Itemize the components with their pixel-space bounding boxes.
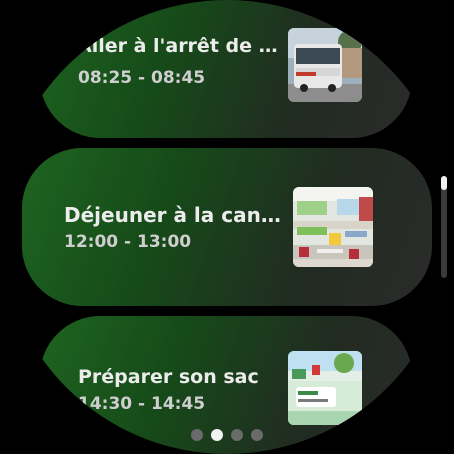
activity-card-canteen[interactable]: Déjeuner à la cant… 12:00 - 13:00 — [22, 148, 432, 306]
page-dot-3[interactable] — [231, 429, 243, 441]
watch-screen: Aller à l'arrêt de b… 08:25 - 08:45 Déje… — [0, 0, 454, 454]
school-bag-card-photo-icon — [288, 351, 362, 425]
activity-time: 08:25 - 08:45 — [78, 68, 206, 88]
page-dot-1[interactable] — [191, 429, 203, 441]
bus-photo-icon — [288, 28, 362, 102]
scrollbar-thumb[interactable] — [441, 176, 447, 190]
canteen-photo-icon — [293, 187, 373, 267]
activity-time: 12:00 - 13:00 — [64, 232, 192, 252]
activity-card-bus-stop[interactable]: Aller à l'arrêt de b… 08:25 - 08:45 — [40, 0, 412, 138]
activity-title: Déjeuner à la cant… — [64, 203, 288, 227]
page-dot-4[interactable] — [251, 429, 263, 441]
activity-title: Préparer son sac — [78, 366, 259, 388]
scrollbar[interactable] — [441, 176, 447, 278]
activity-time: 14:30 - 14:45 — [78, 394, 206, 414]
activity-title: Aller à l'arrêt de b… — [77, 35, 285, 57]
page-dot-2-active[interactable] — [211, 429, 223, 441]
page-indicator — [0, 429, 454, 441]
